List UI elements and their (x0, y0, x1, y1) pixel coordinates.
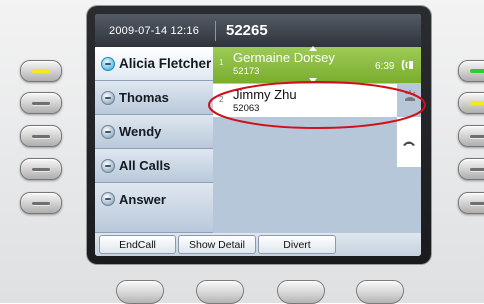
line-key-wendy[interactable]: Wendy (95, 115, 213, 149)
date-time: 2009-07-14 12:16 (109, 25, 200, 37)
status-header: 2009-07-14 12:16 52265 (95, 14, 421, 47)
connected-call-icon (401, 59, 413, 71)
button-slit-icon (32, 168, 50, 171)
line-key-label: All Calls (119, 158, 171, 173)
softkey-bar: EndCall Show Detail Divert (95, 233, 421, 256)
call-timer: 6:39 (375, 61, 395, 72)
line-status-icon (101, 56, 115, 71)
line-key-thomas[interactable]: Thomas (95, 81, 213, 115)
hang-up-icon (403, 141, 415, 146)
endcall-softkey[interactable]: EndCall (99, 235, 176, 254)
header-divider (215, 21, 216, 41)
call-index: 2 (219, 95, 224, 104)
right-session-button-3[interactable] (458, 125, 484, 147)
button-slit-icon (470, 202, 484, 205)
speed-dial-icon (101, 124, 115, 139)
left-line-button-3[interactable] (20, 125, 62, 147)
button-slit-icon (470, 168, 484, 171)
call-session-ringing[interactable]: 2 Jimmy Zhu 52063 (213, 84, 397, 117)
show-detail-softkey[interactable]: Show Detail (178, 235, 256, 254)
left-line-button-1[interactable] (20, 60, 62, 82)
led-yellow-icon (470, 101, 484, 105)
button-slit-icon (32, 102, 50, 105)
caller-name: Germaine Dorsey (233, 50, 335, 65)
button-slit-icon (32, 202, 50, 205)
button-slit-icon (470, 135, 484, 138)
softkey-button-4[interactable] (356, 280, 404, 304)
line-key-alicia-fletcher[interactable]: Alicia Fletcher (95, 47, 213, 81)
speed-dial-icon (101, 90, 115, 105)
call-index: 1 (219, 58, 224, 67)
right-session-button-2[interactable] (458, 92, 484, 114)
answer-icon (101, 192, 115, 206)
button-slit-icon (32, 135, 50, 138)
line-key-label: Thomas (119, 90, 169, 105)
led-yellow-icon (32, 69, 50, 73)
line-key-label: Wendy (119, 124, 162, 139)
phone-extension: 52265 (226, 22, 268, 39)
caller-number: 52173 (233, 66, 260, 77)
caller-number: 52063 (233, 103, 260, 114)
line-key-label: Alicia Fletcher (119, 56, 212, 71)
scroll-down-icon (309, 78, 317, 83)
left-line-button-5[interactable] (20, 192, 62, 214)
ringing-icon (404, 90, 416, 101)
line-key-all-calls[interactable]: All Calls (95, 149, 213, 183)
left-line-button-2[interactable] (20, 92, 62, 114)
led-green-icon (470, 69, 484, 73)
session-action-panel[interactable] (397, 117, 421, 167)
right-session-button-5[interactable] (458, 192, 484, 214)
softkey-button-1[interactable] (116, 280, 164, 304)
line-key-panel: Alicia Fletcher Thomas Wendy All Calls A… (95, 47, 213, 233)
all-calls-icon (101, 158, 115, 173)
line-key-label: Answer (119, 192, 166, 207)
call-session-connected[interactable]: 1 Germaine Dorsey 52173 6:39 (213, 46, 421, 83)
softkey-button-3[interactable] (277, 280, 325, 304)
right-session-button-4[interactable] (458, 158, 484, 180)
softkey-button-2[interactable] (196, 280, 244, 304)
divert-softkey[interactable]: Divert (258, 235, 336, 254)
caller-name: Jimmy Zhu (233, 87, 297, 102)
left-line-button-4[interactable] (20, 158, 62, 180)
line-key-answer[interactable]: Answer (95, 183, 213, 233)
call-session-area: 1 Germaine Dorsey 52173 6:39 2 Jimmy Zhu… (213, 46, 421, 233)
ip-phone: 2009-07-14 12:16 52265 Alicia Fletcher T… (0, 0, 484, 304)
phone-screen: 2009-07-14 12:16 52265 Alicia Fletcher T… (95, 14, 421, 256)
right-session-button-1[interactable] (458, 60, 484, 82)
